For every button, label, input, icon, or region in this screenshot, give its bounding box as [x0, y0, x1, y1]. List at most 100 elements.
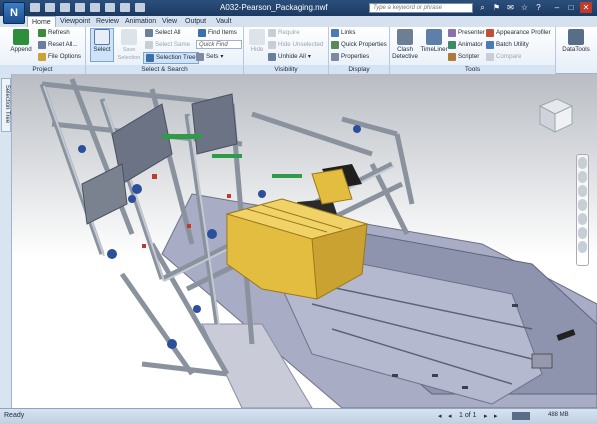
tab-home[interactable]: Home — [27, 16, 56, 27]
steering-wheel-icon[interactable] — [578, 157, 587, 169]
print-icon[interactable] — [75, 3, 85, 12]
close-button[interactable]: ✕ — [580, 2, 592, 13]
unhide-all-icon — [268, 53, 276, 61]
append-button[interactable]: Append — [8, 29, 34, 53]
side-tab-label: Selection Tree — [4, 84, 10, 124]
file-options-button[interactable]: File Options — [38, 52, 81, 62]
performance-icon[interactable] — [512, 412, 530, 420]
panel-select-search: Select Save Selection Select All Select … — [86, 27, 244, 74]
select-button[interactable]: Select — [90, 28, 114, 62]
hide-unselected-button[interactable]: Hide Unselected — [268, 40, 323, 50]
maximize-button[interactable]: □ — [565, 2, 577, 13]
appearance-profiler-label: Appearance Profiler — [496, 29, 551, 36]
help-search-input[interactable]: Type a keyword or phrase — [369, 3, 473, 13]
timeliner-button[interactable]: TimeLiner — [420, 29, 448, 53]
window-title: A032-Pearson_Packaging.nwf — [220, 3, 328, 12]
refresh-icon[interactable] — [120, 3, 130, 12]
select-cursor-icon — [94, 29, 110, 45]
tab-output[interactable]: Output — [181, 16, 210, 27]
new-icon[interactable] — [30, 3, 40, 12]
clash-detective-label: Clash Detective — [392, 46, 418, 60]
help-icon[interactable]: ? — [534, 3, 543, 12]
tab-animation[interactable]: Animation — [121, 16, 160, 27]
undo-icon[interactable] — [90, 3, 100, 12]
quick-find-input[interactable]: Quick Find — [196, 40, 242, 49]
panel-tools: Clash Detective TimeLiner Presenter Anim… — [390, 27, 556, 74]
animator-icon — [448, 41, 456, 49]
refresh-button[interactable]: Refresh — [38, 28, 70, 38]
find-items-button[interactable]: Find Items — [198, 28, 237, 38]
batch-utility-icon — [486, 41, 494, 49]
application-menu-button[interactable]: N — [3, 2, 25, 24]
favorites-icon[interactable]: ☆ — [520, 3, 529, 12]
compare-icon — [486, 53, 494, 61]
packaging-machine-model — [39, 78, 597, 408]
presenter-button[interactable]: Presenter — [448, 28, 485, 38]
panel-select-search-title[interactable]: Select & Search — [86, 65, 243, 74]
find-items-label: Find Items — [208, 29, 237, 36]
walk-icon[interactable] — [578, 227, 587, 239]
require-icon — [268, 29, 276, 37]
properties-button[interactable]: Properties — [331, 52, 369, 62]
select-label: Select — [93, 46, 111, 53]
subscription-icon[interactable]: ⚑ — [492, 3, 501, 12]
look-icon[interactable] — [578, 213, 587, 225]
select-cursor-icon[interactable] — [135, 3, 145, 12]
prev-page-icon[interactable]: ◂ — [448, 412, 452, 420]
animator-button[interactable]: Animator — [448, 40, 483, 50]
memory-usage: 488 MB — [548, 412, 569, 418]
datatools-button[interactable]: DataTools — [560, 29, 592, 53]
sets-dropdown[interactable]: Sets ▾ — [196, 52, 224, 62]
hide-unselected-label: Hide Unselected — [278, 41, 324, 48]
orbit-icon[interactable] — [578, 199, 587, 211]
scripter-button[interactable]: Scripter — [448, 52, 479, 62]
appearance-profiler-button[interactable]: Appearance Profiler — [486, 28, 551, 38]
require-button[interactable]: Require — [268, 28, 300, 38]
select-all-icon — [145, 29, 153, 37]
clash-detective-button[interactable]: Clash Detective — [391, 29, 419, 60]
tab-view[interactable]: View — [158, 16, 181, 27]
reset-all-label: Reset All... — [48, 41, 78, 48]
last-page-icon[interactable]: ▸ — [494, 412, 498, 420]
select-same-button[interactable]: Select Same — [145, 40, 190, 50]
select-all-button[interactable]: Select All — [145, 28, 180, 38]
unhide-all-button[interactable]: Unhide All ▾ — [268, 52, 311, 62]
batch-utility-button[interactable]: Batch Utility — [486, 40, 529, 50]
file-options-icon — [38, 53, 46, 61]
panel-tools-title: Tools — [390, 65, 555, 74]
panel-display-title: Display — [329, 65, 389, 74]
viewcube-icon[interactable] — [538, 98, 574, 133]
open-icon[interactable] — [45, 3, 55, 12]
selection-tree-button[interactable]: Selection Tree — [143, 52, 199, 64]
next-page-icon[interactable]: ▸ — [484, 412, 488, 420]
redo-icon[interactable] — [105, 3, 115, 12]
links-button[interactable]: Links — [331, 28, 355, 38]
refresh-label: Refresh — [48, 29, 70, 36]
first-page-icon[interactable]: ◂ — [438, 412, 442, 420]
fly-icon[interactable] — [578, 241, 587, 253]
compare-button[interactable]: Compare — [486, 52, 521, 62]
pan-icon[interactable] — [578, 171, 587, 183]
tab-vault[interactable]: Vault — [212, 16, 235, 27]
require-label: Require — [278, 29, 300, 36]
save-icon[interactable] — [60, 3, 70, 12]
zoom-icon[interactable] — [578, 185, 587, 197]
hide-button[interactable]: Hide — [247, 29, 267, 53]
reset-all-button[interactable]: Reset All... — [38, 40, 78, 50]
save-selection-button[interactable]: Save Selection — [116, 29, 142, 62]
communication-icon[interactable]: ✉ — [506, 3, 515, 12]
tab-review[interactable]: Review — [92, 16, 123, 27]
minimize-button[interactable]: – — [551, 2, 563, 13]
panel-project-title[interactable]: Project — [0, 65, 85, 74]
sets-label: Sets — [206, 53, 219, 60]
quick-properties-label: Quick Properties — [341, 41, 387, 48]
find-items-icon — [198, 29, 206, 37]
reset-icon — [38, 41, 46, 49]
quick-properties-button[interactable]: Quick Properties — [331, 40, 387, 50]
scene-viewport[interactable] — [12, 74, 597, 408]
binoculars-icon[interactable]: ⌕ — [478, 3, 487, 12]
tab-viewpoint[interactable]: Viewpoint — [56, 16, 94, 27]
appearance-profiler-icon — [486, 29, 494, 37]
selection-tree-side-tab[interactable]: Selection Tree — [1, 78, 11, 132]
quick-properties-icon — [331, 41, 339, 49]
